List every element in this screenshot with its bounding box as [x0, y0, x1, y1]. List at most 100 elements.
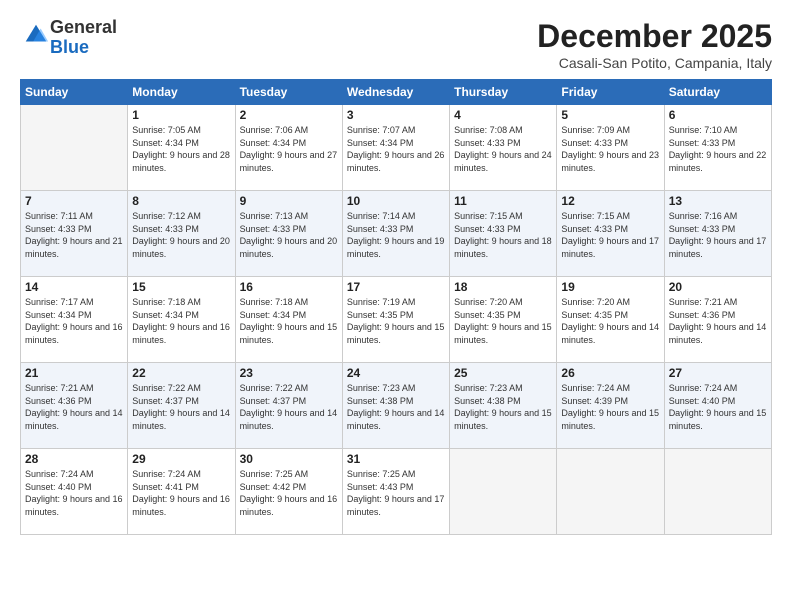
- day-info: Sunrise: 7:25 AMSunset: 4:43 PMDaylight:…: [347, 468, 445, 518]
- day-cell: 27Sunrise: 7:24 AMSunset: 4:40 PMDayligh…: [664, 363, 771, 449]
- day-info: Sunrise: 7:09 AMSunset: 4:33 PMDaylight:…: [561, 124, 659, 174]
- day-cell: 4 Sunrise: 7:08 AMSunset: 4:33 PMDaylight…: [450, 105, 557, 191]
- day-number: 18: [454, 280, 552, 294]
- day-info: Sunrise: 7:23 AMSunset: 4:38 PMDaylight:…: [454, 382, 552, 432]
- day-number: 24: [347, 366, 445, 380]
- day-cell: 29 Sunrise: 7:24 AMSunset: 4:41 PMDayligh…: [128, 449, 235, 535]
- day-number: 29: [132, 452, 230, 466]
- day-cell: 21 Sunrise: 7:21 AMSunset: 4:36 PMDayligh…: [21, 363, 128, 449]
- header: General Blue December 2025 Casali-San Po…: [20, 18, 772, 71]
- day-cell: 10 Sunrise: 7:14 AMSunset: 4:33 PMDayligh…: [342, 191, 449, 277]
- day-info: Sunrise: 7:14 AMSunset: 4:33 PMDaylight:…: [347, 210, 445, 260]
- day-cell: 16Sunrise: 7:18 AMSunset: 4:34 PMDayligh…: [235, 277, 342, 363]
- day-info: Sunrise: 7:25 AMSunset: 4:42 PMDaylight:…: [240, 468, 338, 518]
- day-cell: 13 Sunrise: 7:16 AMSunset: 4:33 PMDayligh…: [664, 191, 771, 277]
- day-cell: 30Sunrise: 7:25 AMSunset: 4:42 PMDayligh…: [235, 449, 342, 535]
- logo-blue-text: Blue: [50, 37, 89, 57]
- day-cell: [450, 449, 557, 535]
- day-info: Sunrise: 7:18 AMSunset: 4:34 PMDaylight:…: [240, 296, 338, 346]
- day-number: 2: [240, 108, 338, 122]
- day-cell: [21, 105, 128, 191]
- header-wednesday: Wednesday: [342, 80, 449, 105]
- header-tuesday: Tuesday: [235, 80, 342, 105]
- day-cell: 14 Sunrise: 7:17 AMSunset: 4:34 PMDayligh…: [21, 277, 128, 363]
- day-number: 1: [132, 108, 230, 122]
- day-info: Sunrise: 7:21 AMSunset: 4:36 PMDaylight:…: [25, 382, 123, 432]
- day-cell: 5 Sunrise: 7:09 AMSunset: 4:33 PMDaylight…: [557, 105, 664, 191]
- day-number: 12: [561, 194, 659, 208]
- day-info: Sunrise: 7:23 AMSunset: 4:38 PMDaylight:…: [347, 382, 445, 432]
- day-info: Sunrise: 7:07 AMSunset: 4:34 PMDaylight:…: [347, 124, 445, 174]
- day-number: 15: [132, 280, 230, 294]
- day-cell: 6Sunrise: 7:10 AMSunset: 4:33 PMDaylight…: [664, 105, 771, 191]
- location: Casali-San Potito, Campania, Italy: [537, 55, 772, 71]
- header-friday: Friday: [557, 80, 664, 105]
- day-number: 22: [132, 366, 230, 380]
- day-number: 17: [347, 280, 445, 294]
- day-number: 28: [25, 452, 123, 466]
- day-cell: 22 Sunrise: 7:22 AMSunset: 4:37 PMDayligh…: [128, 363, 235, 449]
- week-row-3: 14 Sunrise: 7:17 AMSunset: 4:34 PMDayligh…: [21, 277, 772, 363]
- header-sunday: Sunday: [21, 80, 128, 105]
- day-info: Sunrise: 7:24 AMSunset: 4:41 PMDaylight:…: [132, 468, 230, 518]
- day-info: Sunrise: 7:20 AMSunset: 4:35 PMDaylight:…: [561, 296, 659, 346]
- day-number: 14: [25, 280, 123, 294]
- day-cell: 23 Sunrise: 7:22 AMSunset: 4:37 PMDayligh…: [235, 363, 342, 449]
- day-info: Sunrise: 7:22 AMSunset: 4:37 PMDaylight:…: [132, 382, 230, 432]
- week-row-5: 28 Sunrise: 7:24 AMSunset: 4:40 PMDayligh…: [21, 449, 772, 535]
- logo-general-text: General: [50, 17, 117, 37]
- week-row-4: 21 Sunrise: 7:21 AMSunset: 4:36 PMDayligh…: [21, 363, 772, 449]
- day-number: 11: [454, 194, 552, 208]
- day-info: Sunrise: 7:24 AMSunset: 4:40 PMDaylight:…: [25, 468, 123, 518]
- day-cell: 17 Sunrise: 7:19 AMSunset: 4:35 PMDayligh…: [342, 277, 449, 363]
- weekday-header-row: Sunday Monday Tuesday Wednesday Thursday…: [21, 80, 772, 105]
- day-number: 20: [669, 280, 767, 294]
- day-info: Sunrise: 7:11 AMSunset: 4:33 PMDaylight:…: [25, 210, 123, 260]
- day-info: Sunrise: 7:21 AMSunset: 4:36 PMDaylight:…: [669, 296, 767, 346]
- day-info: Sunrise: 7:15 AMSunset: 4:33 PMDaylight:…: [454, 210, 552, 260]
- day-info: Sunrise: 7:19 AMSunset: 4:35 PMDaylight:…: [347, 296, 445, 346]
- day-number: 26: [561, 366, 659, 380]
- day-info: Sunrise: 7:20 AMSunset: 4:35 PMDaylight:…: [454, 296, 552, 346]
- day-info: Sunrise: 7:12 AMSunset: 4:33 PMDaylight:…: [132, 210, 230, 260]
- day-cell: 26 Sunrise: 7:24 AMSunset: 4:39 PMDayligh…: [557, 363, 664, 449]
- day-cell: 2 Sunrise: 7:06 AMSunset: 4:34 PMDaylight…: [235, 105, 342, 191]
- day-cell: 7 Sunrise: 7:11 AMSunset: 4:33 PMDaylight…: [21, 191, 128, 277]
- month-title: December 2025: [537, 18, 772, 55]
- day-number: 10: [347, 194, 445, 208]
- day-cell: 12 Sunrise: 7:15 AMSunset: 4:33 PMDayligh…: [557, 191, 664, 277]
- day-number: 4: [454, 108, 552, 122]
- day-info: Sunrise: 7:06 AMSunset: 4:34 PMDaylight:…: [240, 124, 338, 174]
- header-thursday: Thursday: [450, 80, 557, 105]
- logo: General Blue: [20, 18, 117, 58]
- day-cell: 18 Sunrise: 7:20 AMSunset: 4:35 PMDayligh…: [450, 277, 557, 363]
- day-number: 5: [561, 108, 659, 122]
- day-info: Sunrise: 7:24 AMSunset: 4:39 PMDaylight:…: [561, 382, 659, 432]
- day-info: Sunrise: 7:22 AMSunset: 4:37 PMDaylight:…: [240, 382, 338, 432]
- day-cell: 31 Sunrise: 7:25 AMSunset: 4:43 PMDayligh…: [342, 449, 449, 535]
- day-number: 9: [240, 194, 338, 208]
- week-row-1: 1Sunrise: 7:05 AMSunset: 4:34 PMDaylight…: [21, 105, 772, 191]
- day-cell: 11 Sunrise: 7:15 AMSunset: 4:33 PMDayligh…: [450, 191, 557, 277]
- header-saturday: Saturday: [664, 80, 771, 105]
- day-number: 7: [25, 194, 123, 208]
- week-row-2: 7 Sunrise: 7:11 AMSunset: 4:33 PMDaylight…: [21, 191, 772, 277]
- day-number: 13: [669, 194, 767, 208]
- day-cell: 28 Sunrise: 7:24 AMSunset: 4:40 PMDayligh…: [21, 449, 128, 535]
- title-block: December 2025 Casali-San Potito, Campani…: [537, 18, 772, 71]
- day-info: Sunrise: 7:17 AMSunset: 4:34 PMDaylight:…: [25, 296, 123, 346]
- day-cell: 19 Sunrise: 7:20 AMSunset: 4:35 PMDayligh…: [557, 277, 664, 363]
- day-number: 19: [561, 280, 659, 294]
- day-number: 25: [454, 366, 552, 380]
- day-info: Sunrise: 7:15 AMSunset: 4:33 PMDaylight:…: [561, 210, 659, 260]
- day-info: Sunrise: 7:24 AMSunset: 4:40 PMDaylight:…: [669, 382, 767, 432]
- day-number: 31: [347, 452, 445, 466]
- day-number: 23: [240, 366, 338, 380]
- day-cell: 24 Sunrise: 7:23 AMSunset: 4:38 PMDayligh…: [342, 363, 449, 449]
- day-info: Sunrise: 7:08 AMSunset: 4:33 PMDaylight:…: [454, 124, 552, 174]
- day-info: Sunrise: 7:18 AMSunset: 4:34 PMDaylight:…: [132, 296, 230, 346]
- day-number: 21: [25, 366, 123, 380]
- day-cell: 3Sunrise: 7:07 AMSunset: 4:34 PMDaylight…: [342, 105, 449, 191]
- header-monday: Monday: [128, 80, 235, 105]
- day-info: Sunrise: 7:16 AMSunset: 4:33 PMDaylight:…: [669, 210, 767, 260]
